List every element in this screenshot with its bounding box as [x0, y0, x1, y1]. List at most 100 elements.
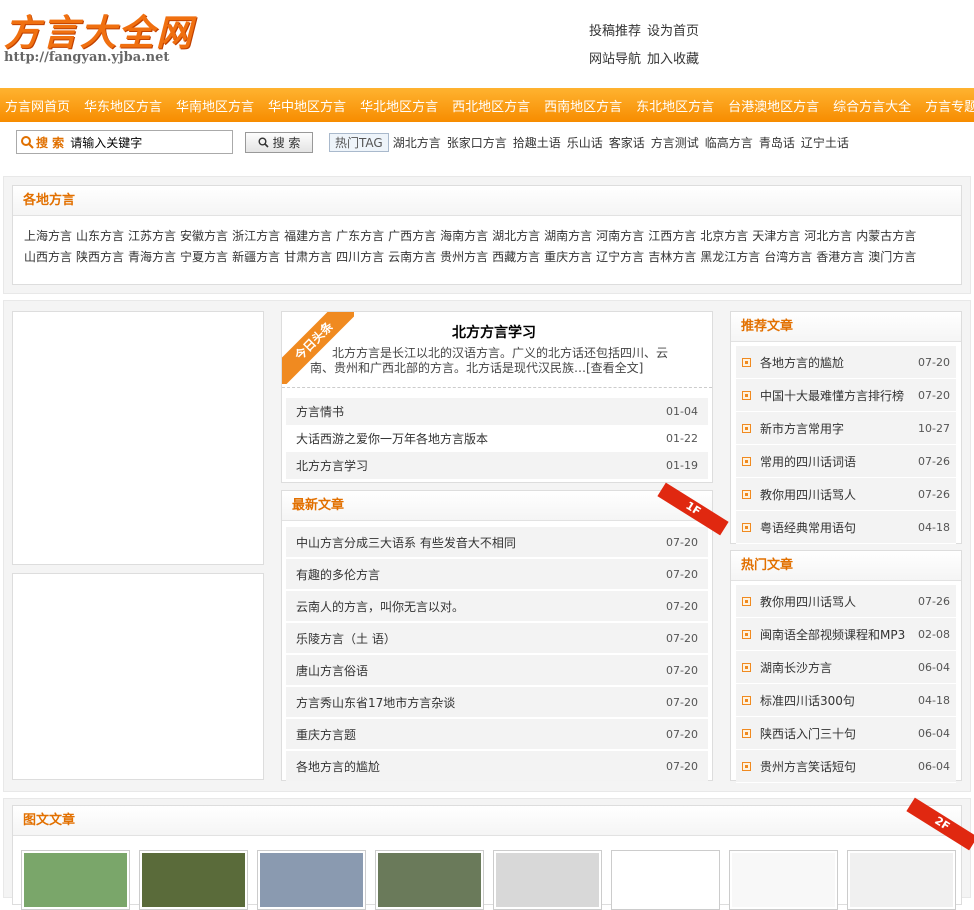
list-item[interactable]: 北方方言学习 01-19	[286, 452, 708, 479]
set-homepage-link[interactable]: 设为首页	[647, 24, 699, 39]
region-link[interactable]: 上海方言	[24, 226, 72, 247]
item-title: 标准四川话300句	[760, 693, 855, 708]
region-link[interactable]: 北京方言	[700, 226, 748, 247]
list-item[interactable]: 有趣的多伦方言 07-20	[286, 559, 708, 589]
region-link[interactable]: 山西方言	[24, 247, 72, 268]
list-item[interactable]: 云南人的方言，叫你无言以对。 07-20	[286, 591, 708, 621]
submit-link[interactable]: 投稿推荐	[589, 24, 641, 39]
thumb-image	[614, 853, 717, 907]
region-link[interactable]: 浙江方言	[232, 226, 280, 247]
region-link[interactable]: 青海方言	[128, 247, 176, 268]
gallery-thumb[interactable]	[21, 850, 130, 910]
nav-item-4[interactable]: 华北地区方言	[360, 96, 438, 115]
region-link[interactable]: 香港方言	[816, 247, 864, 268]
gallery-thumb[interactable]	[375, 850, 484, 910]
nav-item-6[interactable]: 西南地区方言	[544, 96, 622, 115]
list-item[interactable]: 教你用四川话骂人 07-26	[736, 585, 956, 618]
region-link[interactable]: 河北方言	[804, 226, 852, 247]
nav-item-10[interactable]: 方言专题列表	[925, 96, 974, 115]
nav-item-3[interactable]: 华中地区方言	[268, 96, 346, 115]
nav-item-9[interactable]: 综合方言大全	[833, 96, 911, 115]
list-item[interactable]: 乐陵方言（土 语） 07-20	[286, 623, 708, 653]
region-link[interactable]: 江苏方言	[128, 226, 176, 247]
list-item[interactable]: 教你用四川话骂人 07-26	[736, 478, 956, 511]
region-link[interactable]: 四川方言	[336, 247, 384, 268]
add-favorite-link[interactable]: 加入收藏	[647, 52, 699, 67]
nav-item-1[interactable]: 华东地区方言	[84, 96, 162, 115]
gallery-thumb[interactable]	[847, 850, 956, 910]
gallery-thumb[interactable]	[611, 850, 720, 910]
region-link[interactable]: 安徽方言	[180, 226, 228, 247]
hot-tag-1[interactable]: 张家口方言	[447, 136, 507, 150]
region-link[interactable]: 澳门方言	[868, 247, 916, 268]
1f-ribbon: 1F	[656, 482, 730, 536]
region-link[interactable]: 湖南方言	[544, 226, 592, 247]
headline-title[interactable]: 北方方言学习	[452, 322, 536, 342]
list-item[interactable]: 各地方言的尴尬 07-20	[286, 751, 708, 781]
nav-item-0[interactable]: 方言网首页	[5, 96, 70, 115]
headline-desc[interactable]: 北方方言是长江以北的汉语方言。广义的北方话还包括四川、云南、贵州和广西北部的方言…	[310, 346, 690, 376]
gallery-thumb[interactable]	[729, 850, 838, 910]
region-link[interactable]: 内蒙古方言	[856, 226, 916, 247]
region-link[interactable]: 陕西方言	[76, 247, 124, 268]
region-link[interactable]: 福建方言	[284, 226, 332, 247]
hot-tag-2[interactable]: 拾趣土语	[513, 136, 561, 150]
region-link[interactable]: 台湾方言	[764, 247, 812, 268]
gallery-thumb[interactable]	[493, 850, 602, 910]
list-item[interactable]: 新市方言常用字 10-27	[736, 412, 956, 445]
region-link[interactable]: 天津方言	[752, 226, 800, 247]
nav-item-5[interactable]: 西北地区方言	[452, 96, 530, 115]
nav-item-7[interactable]: 东北地区方言	[636, 96, 714, 115]
list-item[interactable]: 中山方言分成三大语系 有些发音大不相同 07-20	[286, 527, 708, 557]
region-link[interactable]: 新疆方言	[232, 247, 280, 268]
region-link[interactable]: 云南方言	[388, 247, 436, 268]
hot-tag-7[interactable]: 青岛话	[759, 136, 795, 150]
list-item[interactable]: 大话西游之爱你一万年各地方言版本 01-22	[286, 425, 708, 452]
hot-tag-3[interactable]: 乐山话	[567, 136, 603, 150]
region-link[interactable]: 吉林方言	[648, 247, 696, 268]
nav-item-2[interactable]: 华南地区方言	[176, 96, 254, 115]
list-item[interactable]: 唐山方言俗语 07-20	[286, 655, 708, 685]
search-button[interactable]: 搜 索	[245, 131, 313, 153]
list-item[interactable]: 重庆方言题 07-20	[286, 719, 708, 749]
list-item[interactable]: 方言秀山东省17地市方言杂谈 07-20	[286, 687, 708, 717]
gallery-thumb[interactable]	[139, 850, 248, 910]
list-item[interactable]: 粤语经典常用语句 04-18	[736, 511, 956, 544]
list-item[interactable]: 方言情书 01-04	[286, 398, 708, 425]
hot-tag-0[interactable]: 湖北方言	[393, 136, 441, 150]
search-input[interactable]	[70, 135, 221, 149]
region-link[interactable]: 海南方言	[440, 226, 488, 247]
list-item[interactable]: 闽南语全部视频课程和MP3 02-08	[736, 618, 956, 651]
site-nav-link[interactable]: 网站导航	[589, 52, 641, 67]
list-item[interactable]: 标准四川话300句 04-18	[736, 684, 956, 717]
region-link[interactable]: 重庆方言	[544, 247, 592, 268]
region-link[interactable]: 河南方言	[596, 226, 644, 247]
region-link[interactable]: 山东方言	[76, 226, 124, 247]
list-item[interactable]: 陕西话入门三十句 06-04	[736, 717, 956, 750]
region-link[interactable]: 贵州方言	[440, 247, 488, 268]
hot-tag-4[interactable]: 客家话	[609, 136, 645, 150]
list-item[interactable]: 常用的四川话词语 07-26	[736, 445, 956, 478]
region-link[interactable]: 广西方言	[388, 226, 436, 247]
list-item[interactable]: 中国十大最难懂方言排行榜 07-20	[736, 379, 956, 412]
hot-tag-5[interactable]: 方言测试	[651, 136, 699, 150]
region-link[interactable]: 宁夏方言	[180, 247, 228, 268]
region-link[interactable]: 西藏方言	[492, 247, 540, 268]
list-item[interactable]: 湖南长沙方言 06-04	[736, 651, 956, 684]
region-link[interactable]: 甘肃方言	[284, 247, 332, 268]
nav-item-8[interactable]: 台港澳地区方言	[728, 96, 819, 115]
gallery-thumb[interactable]	[257, 850, 366, 910]
list-item[interactable]: 贵州方言笑话短句 06-04	[736, 750, 956, 783]
region-link[interactable]: 广东方言	[336, 226, 384, 247]
region-link[interactable]: 辽宁方言	[596, 247, 644, 268]
item-title: 陕西话入门三十句	[760, 726, 857, 741]
hot-tag-6[interactable]: 临高方言	[705, 136, 753, 150]
site-logo[interactable]: 方言大全网 http://fangyan.yjba.net	[4, 14, 194, 66]
list-item[interactable]: 各地方言的尴尬 07-20	[736, 346, 956, 379]
region-link[interactable]: 江西方言	[648, 226, 696, 247]
bullet-icon	[742, 357, 751, 367]
region-link[interactable]: 黑龙江方言	[700, 247, 760, 268]
hot-tag-8[interactable]: 辽宁土话	[801, 136, 849, 150]
item-date: 07-26	[918, 487, 950, 501]
region-link[interactable]: 湖北方言	[492, 226, 540, 247]
